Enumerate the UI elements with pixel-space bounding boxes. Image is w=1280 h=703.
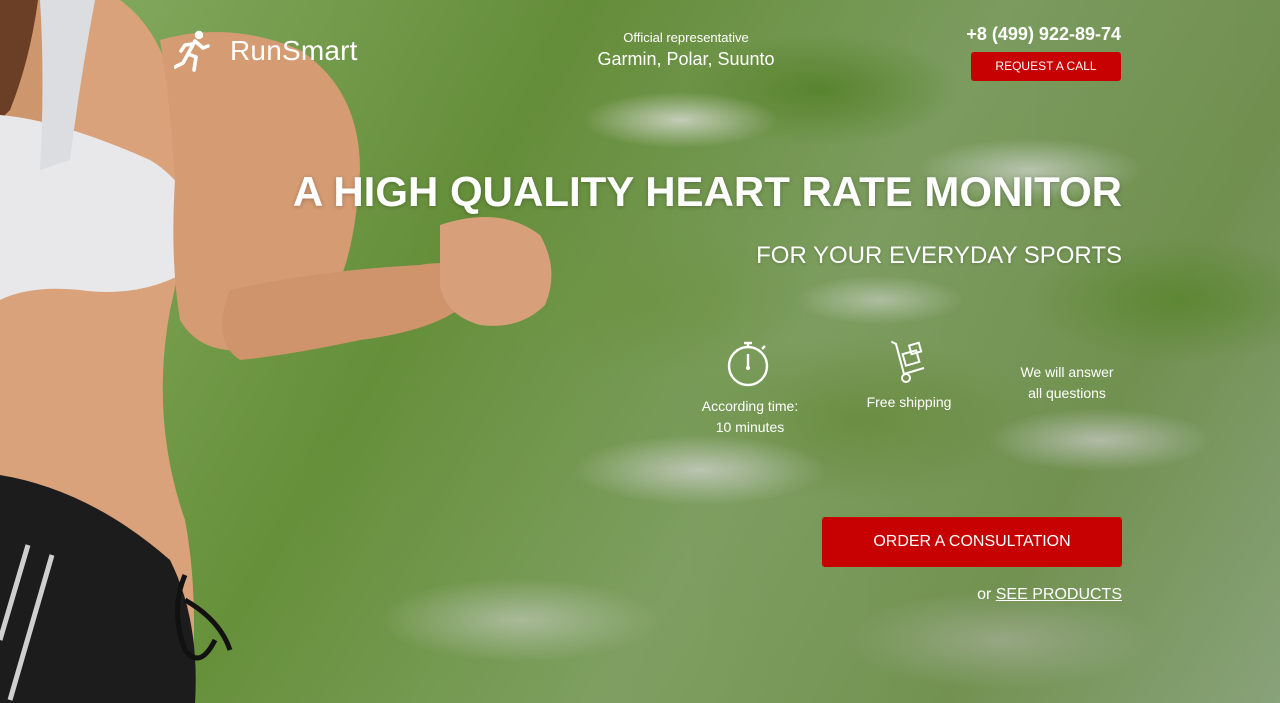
runner-icon (174, 30, 210, 72)
stopwatch-icon (727, 341, 769, 387)
brand-logo[interactable]: RunSmart (174, 30, 358, 72)
runner-photo (0, 0, 552, 703)
hero-title: A HIGH QUALITY HEART RATE MONITOR (292, 168, 1122, 215)
or-text: or (977, 586, 992, 603)
see-products-row: or SEE PRODUCTS (977, 586, 1122, 604)
feature-answers-line1: We will answer (1020, 364, 1114, 380)
feature-time-line1: According time: (701, 398, 799, 414)
feature-time-line2: 10 minutes (715, 419, 785, 435)
feature-time: According time: 10 minutes (694, 340, 806, 438)
rep-label: Official representative (623, 30, 749, 45)
hero-subtitle: FOR YOUR EVERYDAY SPORTS (756, 242, 1122, 269)
hand-truck-icon (891, 341, 925, 383)
brand-name: RunSmart (230, 35, 358, 66)
feature-shipping-line1: Free shipping (866, 394, 952, 410)
feature-shipping: Free shipping (855, 340, 963, 413)
phone-number[interactable]: +8 (499) 922-89-74 (966, 24, 1121, 45)
contacts: +8 (499) 922-89-74 REQUEST A CALL (966, 24, 1121, 81)
order-consultation-button[interactable]: ORDER A CONSULTATION (822, 517, 1122, 567)
official-representative: Official representative Garmin, Polar, S… (590, 30, 782, 70)
rep-brands: Garmin, Polar, Suunto (597, 49, 775, 69)
feature-answers-line2: all questions (1028, 385, 1106, 401)
see-products-link[interactable]: SEE PRODUCTS (996, 586, 1122, 603)
feature-answers: We will answer all questions (1011, 362, 1123, 404)
request-call-button[interactable]: REQUEST A CALL (971, 52, 1121, 81)
